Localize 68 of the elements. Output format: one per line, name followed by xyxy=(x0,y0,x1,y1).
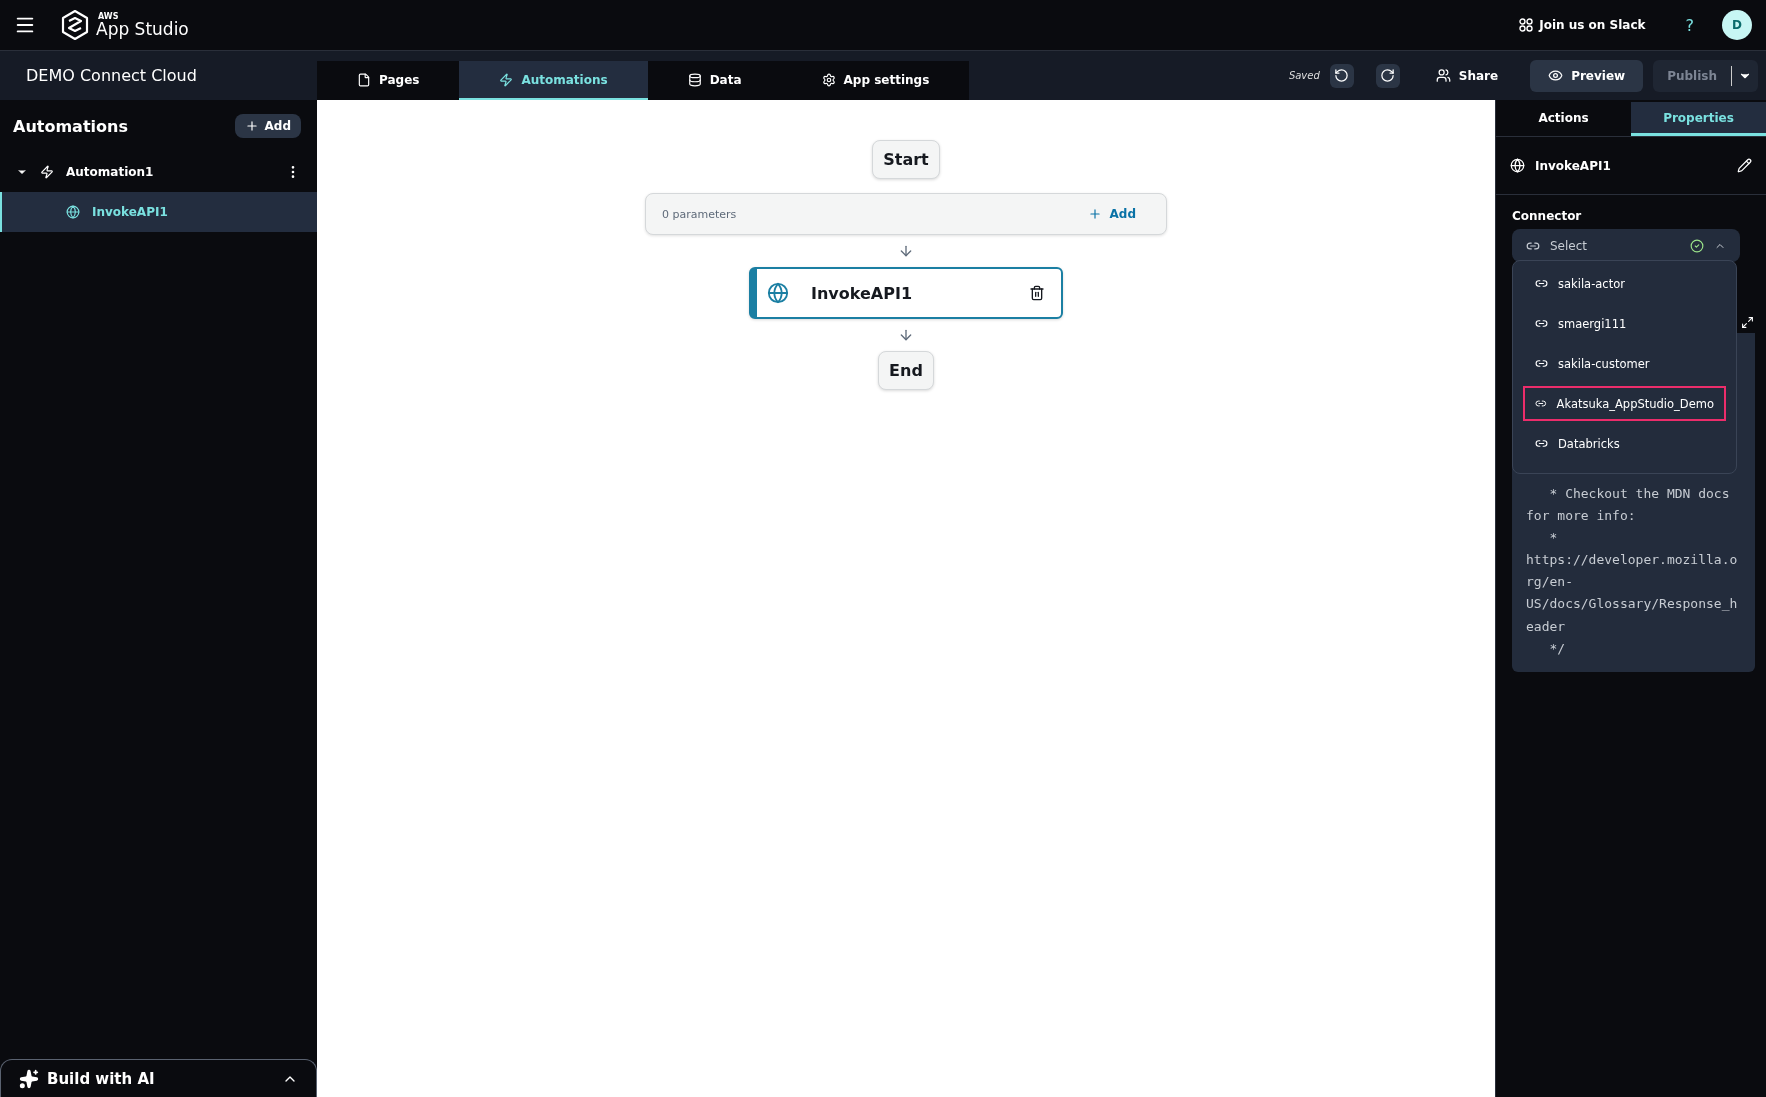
trash-icon[interactable] xyxy=(1029,285,1045,301)
file-icon xyxy=(357,72,371,87)
code-line: https://developer.mozilla.org/en-US/docs/Glossary/Response_header xyxy=(1526,551,1739,636)
tree-item[interactable]: Automation1 xyxy=(0,152,317,192)
globe-icon xyxy=(767,282,789,304)
plus-icon xyxy=(1087,207,1102,221)
code-line: * xyxy=(1548,529,1559,548)
save-status: Saved xyxy=(1288,70,1320,81)
step-node[interactable]: InvokeAPI1 xyxy=(749,267,1063,319)
step-label: InvokeAPI1 xyxy=(811,283,914,303)
globe-icon xyxy=(66,205,80,219)
eye-icon xyxy=(1548,68,1564,83)
add-button[interactable]: Add xyxy=(234,114,301,138)
user-avatar[interactable]: D xyxy=(1722,10,1752,40)
end-node[interactable]: End xyxy=(878,351,934,390)
redo-button[interactable] xyxy=(1375,63,1400,88)
connector-option[interactable]: Akatsuka_AppStudio_Demo xyxy=(1523,386,1726,421)
code-line: * Checkout the MDN docs xyxy=(1548,485,1731,503)
logo-text: App Studio xyxy=(96,20,189,38)
logo-icon xyxy=(60,9,90,41)
panel-tab[interactable]: Actions xyxy=(1496,102,1631,136)
lightning-icon xyxy=(40,165,54,179)
app-name: DEMO Connect Cloud xyxy=(25,65,198,87)
link-icon xyxy=(1535,397,1547,410)
slack-link[interactable]: Join us on Slack xyxy=(1539,18,1646,32)
connector-option[interactable]: sakila-customer xyxy=(1523,346,1726,381)
start-node[interactable]: Start xyxy=(872,140,940,179)
link-icon xyxy=(1535,437,1548,450)
globe-icon xyxy=(1510,158,1525,173)
grid-icon xyxy=(1519,18,1534,32)
panel-tab[interactable]: Properties xyxy=(1631,102,1766,136)
connector-label: Connector xyxy=(1512,209,1583,223)
undo-icon xyxy=(1334,68,1350,83)
build-with-ai-button[interactable]: Build with AI xyxy=(0,1059,317,1097)
help-icon[interactable]: ? xyxy=(1685,15,1694,35)
link-icon xyxy=(1535,357,1548,370)
logo-text: AWS xyxy=(98,12,120,21)
undo-button[interactable] xyxy=(1329,63,1354,88)
connector-option[interactable]: Databricks xyxy=(1523,426,1726,461)
code-line: */ xyxy=(1548,639,1567,658)
add-parameter-button[interactable]: Add xyxy=(1081,206,1142,222)
nav-tab[interactable]: Automations xyxy=(459,61,648,100)
plus-icon xyxy=(244,119,259,133)
nav-tab[interactable]: App settings xyxy=(781,61,970,100)
database-icon xyxy=(687,72,702,87)
preview-button[interactable]: Preview xyxy=(1530,59,1644,92)
redo-icon xyxy=(1380,68,1396,83)
nav-tab[interactable]: Pages xyxy=(317,61,460,100)
sidebar-title: Automations xyxy=(13,116,128,136)
connector-option[interactable]: sakila-actor xyxy=(1523,266,1726,301)
share-button[interactable]: Share xyxy=(1429,67,1505,84)
link-icon xyxy=(1535,317,1548,330)
check-circle-icon xyxy=(1690,238,1704,253)
connector-select[interactable]: Select xyxy=(1512,229,1740,262)
arrow-down-icon xyxy=(898,243,914,259)
lightning-icon xyxy=(499,72,514,87)
gear-icon xyxy=(821,72,836,87)
code-line: for more info: xyxy=(1526,507,1637,526)
nav-tab[interactable]: Data xyxy=(647,61,782,100)
edit-icon[interactable] xyxy=(1737,158,1752,173)
arrow-down-icon xyxy=(898,327,914,343)
action-name: InvokeAPI1 xyxy=(1535,158,1612,173)
expand-icon[interactable] xyxy=(1741,316,1754,329)
parameters-count: 0 parameters xyxy=(662,207,737,221)
people-icon xyxy=(1435,68,1451,83)
sparkles-icon xyxy=(19,1068,39,1089)
link-icon xyxy=(1535,277,1548,290)
tree-item[interactable]: InvokeAPI1 xyxy=(0,192,317,232)
